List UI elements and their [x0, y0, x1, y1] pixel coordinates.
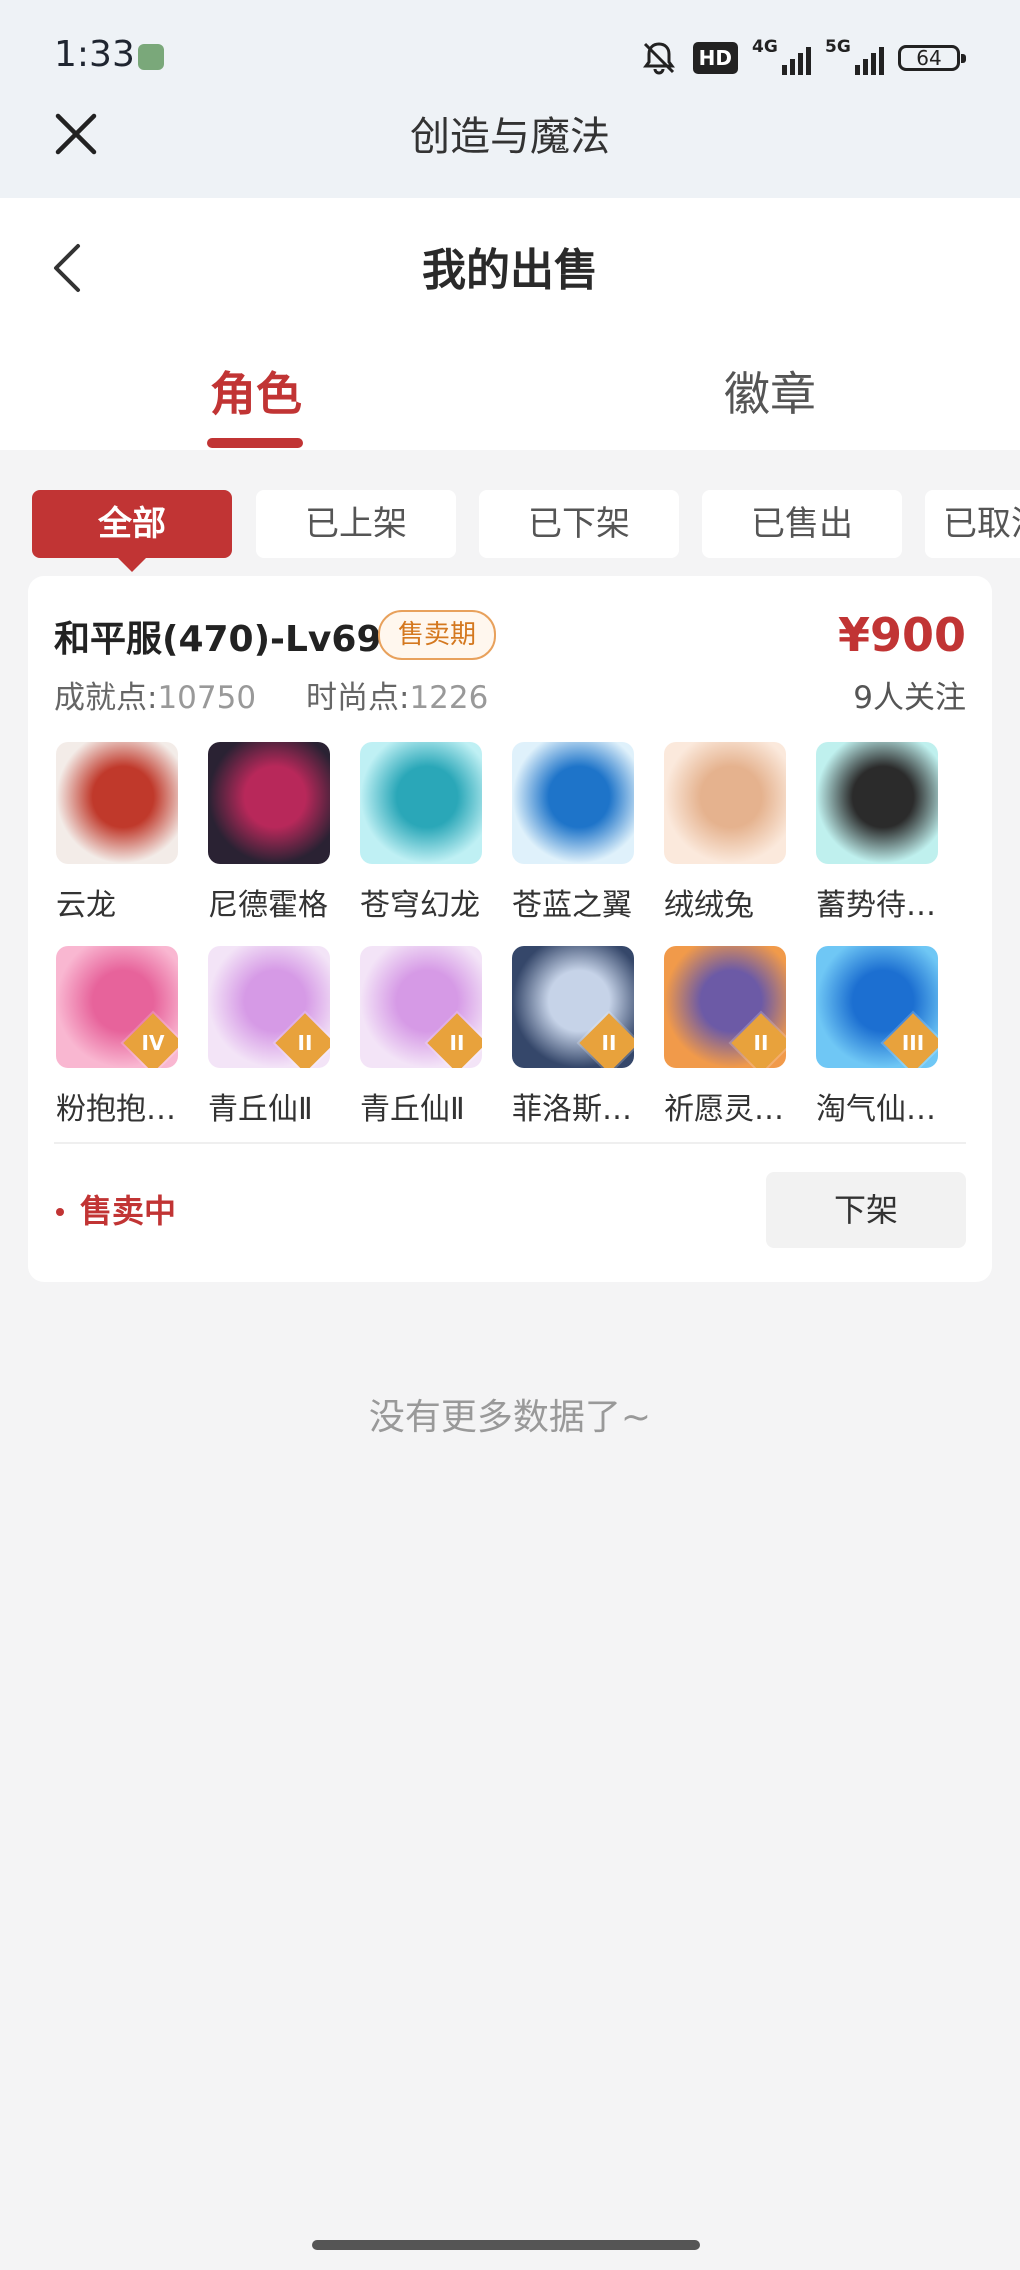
- rank-label: II: [449, 1031, 465, 1055]
- pet-portrait: II: [208, 946, 330, 1068]
- rank-badge-icon: II: [275, 1013, 330, 1068]
- achievement-value: 10750: [157, 680, 257, 716]
- fashion-label: 时尚点:: [306, 680, 410, 716]
- card-divider: [54, 1142, 966, 1144]
- net-4g-label: 4G: [752, 37, 778, 57]
- pet-name: 淘气仙…: [816, 1092, 936, 1127]
- pet-portrait: [56, 742, 178, 864]
- listing-status: 售卖中: [80, 1192, 177, 1230]
- webview-top-bar: 1:33 HD 4G 5G 64 创造与魔法: [0, 0, 1020, 198]
- pet-item[interactable]: II 祈愿灵…: [658, 946, 788, 1127]
- achievement-points: 成就点:10750: [54, 672, 256, 717]
- signal-4g-icon: 4G: [752, 37, 811, 75]
- pet-portrait: II: [664, 946, 786, 1068]
- pet-name: 苍蓝之翼: [512, 888, 632, 923]
- battery-icon: 64: [898, 45, 966, 71]
- filter-sold[interactable]: 已售出: [702, 490, 902, 558]
- pet-item[interactable]: III 淘气仙…: [810, 946, 940, 1127]
- active-filter-pointer: [116, 556, 148, 572]
- filter-delisted[interactable]: 已下架: [479, 490, 679, 558]
- status-filter-bar: 全部 已上架 已下架 已售出 已取消: [32, 490, 1020, 558]
- filter-all[interactable]: 全部: [32, 490, 232, 558]
- listing-price: ¥900: [837, 608, 966, 662]
- pet-name: 蓄势待…: [816, 888, 936, 923]
- pet-portrait: IV: [56, 946, 178, 1068]
- notification-app-icon: [138, 44, 164, 70]
- mute-bell-icon: [642, 42, 675, 75]
- rank-label: II: [753, 1031, 769, 1055]
- pet-portrait: [816, 742, 938, 864]
- no-more-data-text: 没有更多数据了~: [368, 1397, 652, 1438]
- webview-title: 创造与魔法: [410, 114, 610, 160]
- rank-label: IV: [141, 1031, 165, 1055]
- pet-name: 尼德霍格: [208, 888, 328, 923]
- pet-portrait: [664, 742, 786, 864]
- signal-5g-icon: 5G: [825, 37, 884, 75]
- pet-name: 云龙: [56, 888, 116, 923]
- pet-name: 祈愿灵…: [664, 1092, 784, 1127]
- status-dot: [56, 1208, 64, 1216]
- tab-role[interactable]: 角色: [210, 358, 302, 424]
- sale-period-badge: 售卖期: [378, 610, 497, 660]
- status-icons: HD 4G 5G 64: [639, 36, 966, 80]
- pet-item[interactable]: 蓄势待…: [810, 742, 940, 923]
- rank-badge-icon: IV: [123, 1013, 178, 1068]
- page-title: 我的出售: [422, 245, 598, 296]
- pet-portrait: [360, 742, 482, 864]
- pet-name: 粉抱抱…: [56, 1092, 176, 1127]
- rank-badge-icon: III: [883, 1013, 938, 1068]
- tab-active-indicator: [207, 438, 303, 448]
- pet-portrait: II: [360, 946, 482, 1068]
- rank-badge-icon: II: [579, 1013, 634, 1068]
- rank-label: II: [601, 1031, 617, 1055]
- rank-label: II: [297, 1031, 313, 1055]
- status-time: 1:33: [54, 34, 135, 75]
- hd-voice-badge: HD: [692, 42, 738, 74]
- fashion-points: 时尚点:1226: [306, 672, 488, 717]
- pet-name: 青丘仙Ⅱ: [208, 1092, 313, 1127]
- rank-badge-icon: II: [427, 1013, 482, 1068]
- pet-item[interactable]: II 青丘仙Ⅱ: [202, 946, 332, 1127]
- pet-item[interactable]: II 菲洛斯…: [506, 946, 636, 1127]
- pet-portrait: II: [512, 946, 634, 1068]
- page-header: 我的出售 角色 徽章: [0, 198, 1020, 450]
- net-5g-label: 5G: [825, 37, 851, 57]
- follower-count: 9人关注: [853, 680, 966, 716]
- pet-portrait: [512, 742, 634, 864]
- delist-button[interactable]: 下架: [766, 1172, 966, 1248]
- pet-item[interactable]: 苍穹幻龙: [354, 742, 484, 923]
- pet-item[interactable]: 尼德霍格: [202, 742, 332, 923]
- pet-item[interactable]: II 青丘仙Ⅱ: [354, 946, 484, 1127]
- filter-cancelled[interactable]: 已取消: [925, 490, 1020, 558]
- pet-item[interactable]: 云龙: [50, 742, 180, 923]
- rank-label: III: [901, 1031, 925, 1055]
- pet-portrait: III: [816, 946, 938, 1068]
- achievement-label: 成就点:: [54, 680, 158, 716]
- pet-name: 青丘仙Ⅱ: [360, 1092, 465, 1127]
- pet-item[interactable]: 苍蓝之翼: [506, 742, 636, 923]
- home-indicator[interactable]: [312, 2240, 700, 2250]
- pet-name: 绒绒兔: [664, 888, 754, 923]
- pet-item[interactable]: IV 粉抱抱…: [50, 946, 180, 1127]
- fashion-value: 1226: [409, 680, 489, 716]
- filter-listed[interactable]: 已上架: [256, 490, 456, 558]
- account-name: 和平服(470)-Lv69: [54, 619, 382, 660]
- pet-portrait: [208, 742, 330, 864]
- tab-badge[interactable]: 徽章: [724, 358, 816, 424]
- rank-badge-icon: II: [731, 1013, 786, 1068]
- listing-card[interactable]: 和平服(470)-Lv69 售卖期 ¥900 成就点:10750 时尚点:122…: [28, 576, 992, 1282]
- pet-name: 菲洛斯…: [512, 1092, 632, 1127]
- pet-name: 苍穹幻龙: [360, 888, 480, 923]
- pet-item[interactable]: 绒绒兔: [658, 742, 788, 923]
